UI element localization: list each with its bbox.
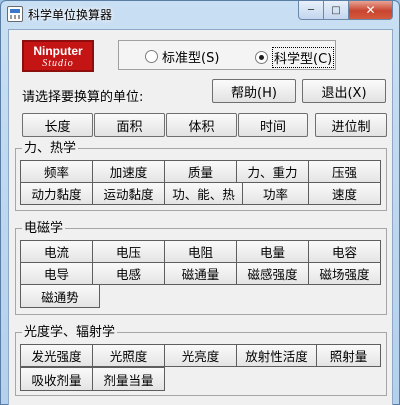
app-icon[interactable] <box>7 6 23 22</box>
unit-tile-dynamic-viscosity[interactable]: 动力黏度 <box>20 182 93 205</box>
mode-selector: 标准型(S) 科学型(C) <box>118 40 336 70</box>
unit-tile-magnetic-flux[interactable]: 磁通量 <box>164 262 237 285</box>
unit-button-length[interactable]: 长度 <box>22 113 93 137</box>
unit-prompt: 请选择要换算的单位: <box>22 90 144 105</box>
unit-tile-energy[interactable]: 功、能、热 <box>164 182 243 205</box>
minimize-button[interactable]: ─ <box>298 1 324 20</box>
unit-tile-radioactivity[interactable]: 放射性活度 <box>236 344 317 367</box>
unit-tile-magnetic-field-strength[interactable]: 磁场强度 <box>308 262 381 285</box>
unit-tile-inductance[interactable]: 电感 <box>92 262 165 285</box>
caption-buttons: ─ □ ✕ <box>298 1 393 20</box>
unit-tile-force[interactable]: 力、重力 <box>236 160 309 183</box>
unit-tile-frequency[interactable]: 频率 <box>20 160 93 183</box>
close-button[interactable]: ✕ <box>349 1 393 20</box>
unit-tile-luminance[interactable]: 光亮度 <box>164 344 237 367</box>
unit-tile-magnetomotive-force[interactable]: 磁通势 <box>20 284 100 308</box>
unit-tile-conductance[interactable]: 电导 <box>20 262 93 285</box>
ninputer-studio-logo: Ninputer Studio <box>22 40 94 72</box>
help-button[interactable]: 帮助(H) <box>212 79 296 103</box>
unit-tile-luminous-intensity[interactable]: 发光强度 <box>20 344 93 367</box>
logo-line-1: Ninputer <box>33 44 83 58</box>
unit-tile-resistance[interactable]: 电阻 <box>164 240 237 263</box>
unit-tile-power[interactable]: 功率 <box>242 182 309 205</box>
unit-tile-exposure[interactable]: 照射量 <box>316 344 381 367</box>
radio-scientific[interactable]: 科学型(C) <box>255 47 335 68</box>
unit-button-radix[interactable]: 进位制 <box>315 113 387 137</box>
exit-button[interactable]: 退出(X) <box>302 79 386 103</box>
unit-tile-dose-equivalent[interactable]: 剂量当量 <box>92 367 165 391</box>
radio-scientific-label: 科学型(C) <box>272 47 335 68</box>
radio-scientific-indicator[interactable] <box>255 51 268 64</box>
unit-tile-mass[interactable]: 质量 <box>164 160 237 183</box>
radio-standard-label: 标准型(S) <box>162 51 220 66</box>
window-title: 科学单位换算器 <box>28 8 113 22</box>
unit-tile-pressure[interactable]: 压强 <box>308 160 381 183</box>
maximize-button[interactable]: □ <box>324 1 349 20</box>
unit-button-volume[interactable]: 体积 <box>166 113 237 137</box>
group-title-photometry-radiology: 光度学、辐射学 <box>22 325 118 340</box>
unit-tile-voltage[interactable]: 电压 <box>92 240 165 263</box>
radio-standard-indicator[interactable] <box>145 50 158 63</box>
unit-button-area[interactable]: 面积 <box>94 113 165 137</box>
unit-tile-acceleration[interactable]: 加速度 <box>92 160 165 183</box>
group-title-mechanics-heat: 力、热学 <box>22 141 79 156</box>
unit-tile-capacitance[interactable]: 电容 <box>308 240 381 263</box>
unit-tile-illuminance[interactable]: 光照度 <box>92 344 165 367</box>
unit-tile-absorbed-dose[interactable]: 吸收剂量 <box>20 367 93 391</box>
title-bar[interactable]: 科学单位换算器 ─ □ ✕ <box>1 1 399 28</box>
unit-tile-current[interactable]: 电流 <box>20 240 93 263</box>
unit-tile-charge[interactable]: 电量 <box>236 240 309 263</box>
radio-standard[interactable]: 标准型(S) <box>145 47 219 66</box>
unit-tile-speed[interactable]: 速度 <box>308 182 381 205</box>
group-title-electromagnetism: 电磁学 <box>22 221 66 236</box>
unit-tile-magnetic-induction[interactable]: 磁感强度 <box>236 262 309 285</box>
unit-button-time[interactable]: 时间 <box>238 113 308 137</box>
unit-tile-kinematic-viscosity[interactable]: 运动黏度 <box>92 182 165 205</box>
logo-line-2: Studio <box>42 58 74 69</box>
